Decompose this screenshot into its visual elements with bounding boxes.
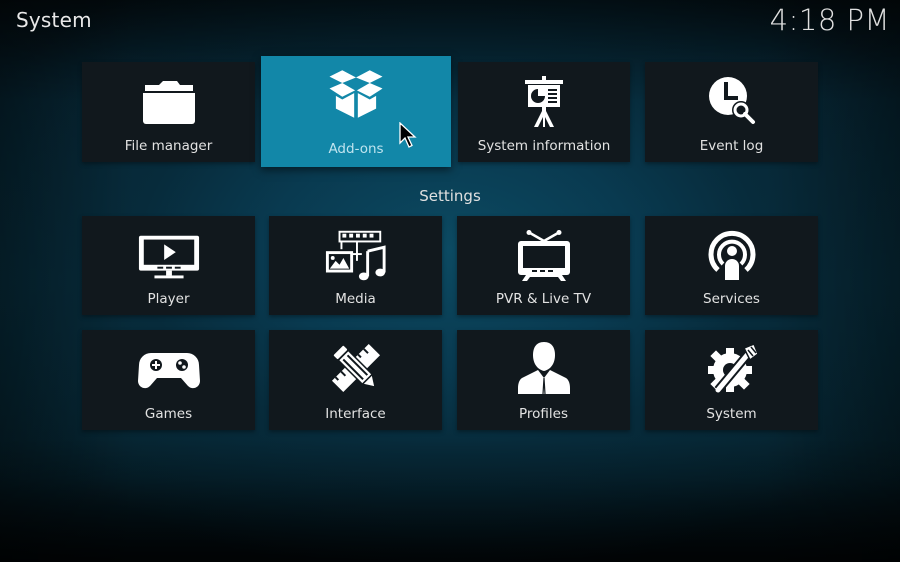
- tile-system[interactable]: System: [645, 330, 818, 430]
- tile-label: Profiles: [518, 406, 568, 422]
- tile-profiles[interactable]: Profiles: [457, 330, 630, 430]
- open-box-icon: [324, 68, 388, 120]
- tile-system-information[interactable]: System information: [458, 62, 630, 162]
- clock: 4:18 PM: [769, 3, 890, 37]
- tile-player[interactable]: Player: [82, 216, 255, 315]
- tile-file-manager[interactable]: File manager: [82, 62, 255, 162]
- clock-search-icon: [700, 74, 764, 126]
- pencil-ruler-icon: [324, 342, 388, 394]
- tile-add-ons[interactable]: Add-ons: [261, 56, 451, 167]
- tile-label: Event log: [699, 138, 764, 154]
- mouse-pointer-icon: [398, 122, 418, 150]
- tile-interface[interactable]: Interface: [269, 330, 442, 430]
- gear-wrench-icon: [700, 342, 764, 394]
- gamepad-icon: [137, 344, 201, 396]
- broadcast-person-icon: [700, 228, 764, 280]
- person-silhouette-icon: [512, 342, 576, 395]
- tile-label: System information: [477, 138, 611, 154]
- monitor-play-icon: [137, 232, 201, 284]
- tile-services[interactable]: Services: [645, 216, 818, 315]
- tile-label: PVR & Live TV: [495, 291, 592, 307]
- tile-label: System: [706, 406, 757, 422]
- tile-event-log[interactable]: Event log: [645, 62, 818, 162]
- tile-label: File manager: [124, 138, 213, 154]
- tile-label: Interface: [325, 406, 386, 422]
- tile-games[interactable]: Games: [82, 330, 255, 430]
- tile-media[interactable]: Media: [269, 216, 442, 315]
- settings-section-label: Settings: [419, 187, 481, 205]
- folder-icon: [137, 76, 201, 128]
- tv-antenna-icon: [512, 230, 576, 282]
- presentation-board-icon: [512, 76, 576, 128]
- tile-label: Services: [703, 291, 760, 307]
- page-title: System: [16, 8, 92, 32]
- tile-label: Games: [144, 406, 193, 422]
- tile-label: Media: [335, 291, 376, 307]
- tile-pvr-live-tv[interactable]: PVR & Live TV: [457, 216, 630, 315]
- tile-label: Add-ons: [328, 141, 384, 157]
- tile-label: Player: [147, 291, 190, 307]
- media-film-image-music-icon: [324, 230, 388, 282]
